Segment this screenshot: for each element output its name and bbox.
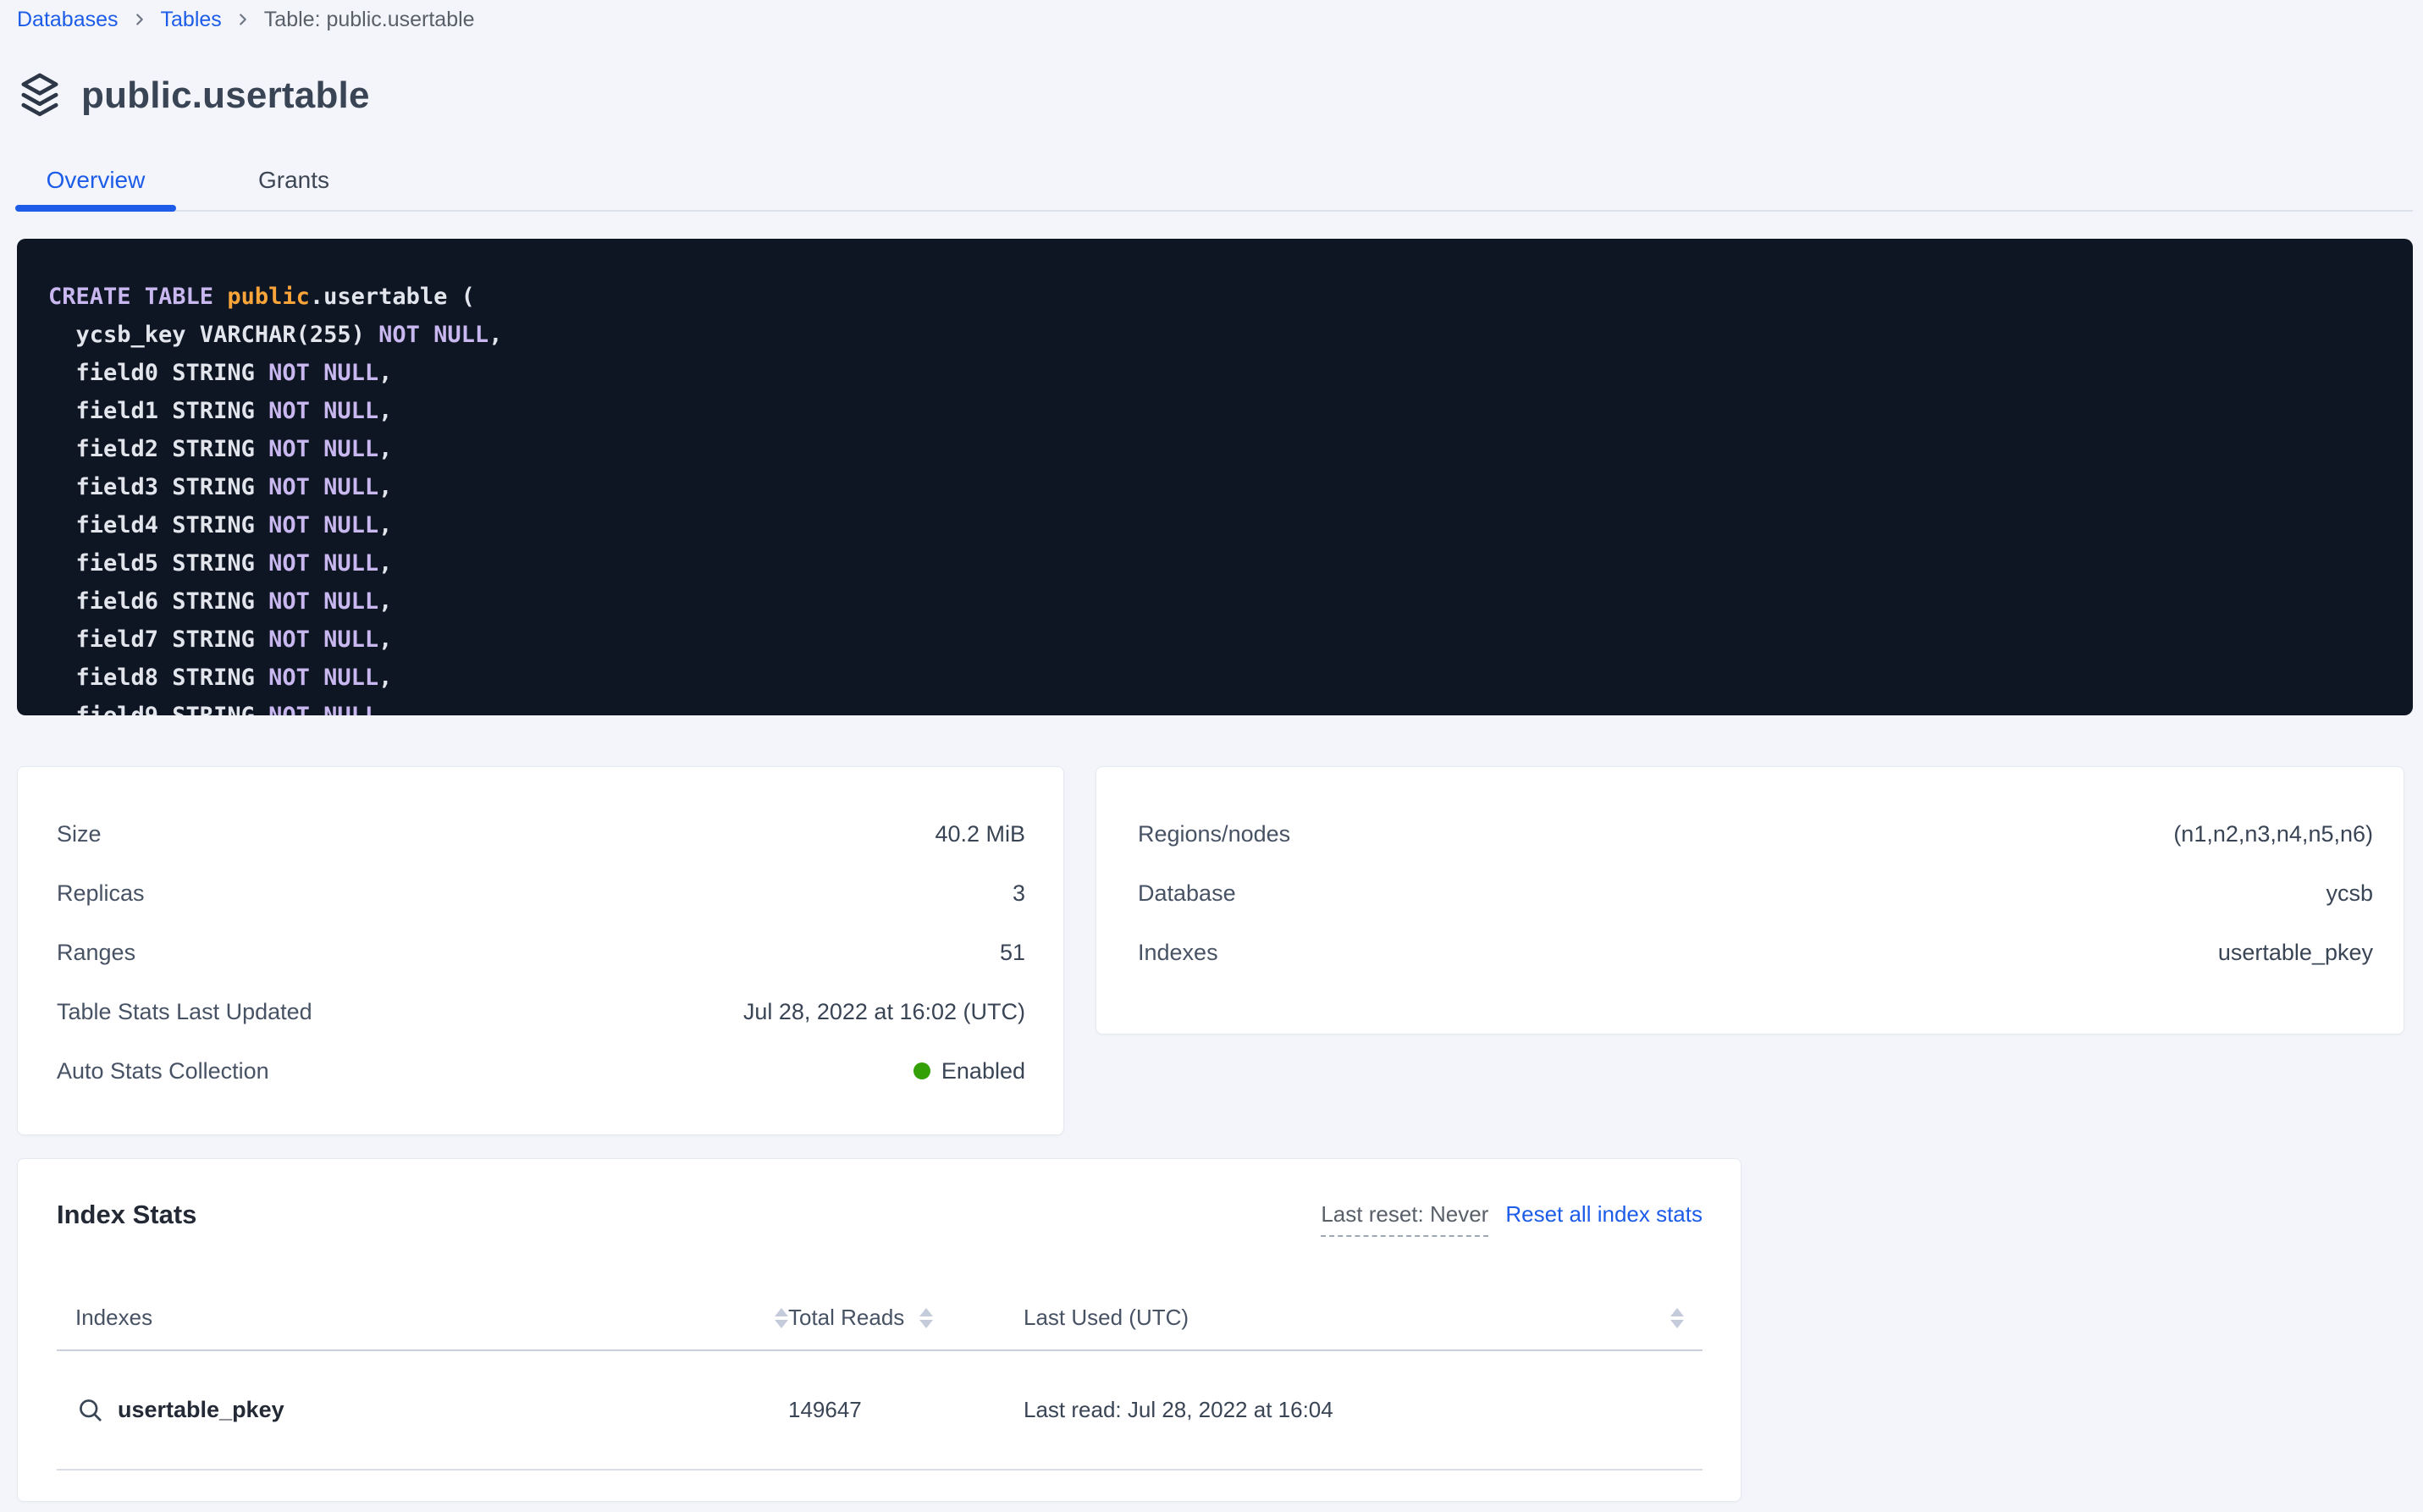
stat-row: Auto Stats Collection Enabled <box>57 1041 1025 1101</box>
tabs-divider <box>17 210 2413 212</box>
breadcrumb-link-tables[interactable]: Tables <box>161 8 222 32</box>
breadcrumb-link-databases[interactable]: Databases <box>17 8 119 32</box>
stat-row: Replicas 3 <box>57 864 1025 923</box>
breadcrumb: Databases Tables Table: public.usertable <box>17 0 2423 32</box>
sql-line: field2 STRING NOT NULL, <box>48 430 2387 468</box>
index-stats-header: Index Stats Last reset: Never Reset all … <box>57 1200 1703 1237</box>
column-header-last-used[interactable]: Last Used (UTC) <box>1024 1305 1684 1331</box>
page-title-row: public.usertable <box>17 69 2423 122</box>
sort-icon[interactable] <box>775 1308 788 1328</box>
stat-label: Table Stats Last Updated <box>57 999 312 1025</box>
search-icon[interactable] <box>75 1395 106 1426</box>
sort-icon[interactable] <box>1670 1308 1684 1328</box>
active-tab-underline <box>15 205 176 212</box>
index-stats-table: Indexes Total Reads Last Used (UTC) user… <box>57 1286 1703 1471</box>
sql-line: field0 STRING NOT NULL, <box>48 354 2387 392</box>
create-table-sql-block[interactable]: CREATE TABLE public.usertable ( ycsb_key… <box>17 239 2413 715</box>
stat-label: Regions/nodes <box>1138 821 1290 847</box>
chevron-right-icon <box>130 10 149 29</box>
index-name-cell[interactable]: usertable_pkey <box>75 1395 788 1426</box>
stat-value: (n1,n2,n3,n4,n5,n6) <box>2173 821 2373 847</box>
column-header-total-reads[interactable]: Total Reads <box>788 1305 1024 1331</box>
stat-row: Table Stats Last Updated Jul 28, 2022 at … <box>57 982 1025 1041</box>
stack-icon <box>17 71 63 120</box>
index-stats-table-row: usertable_pkey 149647Last read: Jul 28, 2… <box>57 1351 1703 1471</box>
stat-value: 3 <box>1013 880 1025 907</box>
total-reads-cell: 149647 <box>788 1397 1024 1423</box>
tab-overview[interactable]: Overview <box>15 156 176 205</box>
sql-line: field1 STRING NOT NULL, <box>48 392 2387 430</box>
stat-value: 40.2 MiB <box>935 821 1025 847</box>
stat-value: usertable_pkey <box>2218 940 2373 966</box>
reset-index-stats-link[interactable]: Reset all index stats <box>1505 1201 1703 1228</box>
last-used-cell: Last read: Jul 28, 2022 at 16:04 <box>1024 1397 1684 1423</box>
tab-grants[interactable]: Grants <box>220 156 367 205</box>
index-stats-title: Index Stats <box>57 1200 196 1230</box>
page: Databases Tables Table: public.usertable… <box>0 0 2423 1502</box>
stat-label: Database <box>1138 880 1236 907</box>
sort-icon[interactable] <box>919 1308 933 1328</box>
sql-line: field4 STRING NOT NULL, <box>48 506 2387 544</box>
stat-label: Size <box>57 821 102 847</box>
sql-line: field3 STRING NOT NULL, <box>48 468 2387 506</box>
chevron-right-icon <box>234 10 252 29</box>
stat-row: Database ycsb <box>1138 864 2373 923</box>
stat-value: Jul 28, 2022 at 16:02 (UTC) <box>743 999 1025 1025</box>
stat-row: Size 40.2 MiB <box>57 804 1025 864</box>
stat-row: Regions/nodes (n1,n2,n3,n4,n5,n6) <box>1138 804 2373 864</box>
index-stats-table-header: Indexes Total Reads Last Used (UTC) <box>57 1286 1703 1351</box>
table-details-card: Size 40.2 MiB Replicas 3 Ranges 51 Table Stats… <box>17 766 1064 1135</box>
stat-label: Indexes <box>1138 940 1218 966</box>
sql-line: CREATE TABLE public.usertable ( <box>48 278 2387 316</box>
stat-value: ycsb <box>2326 880 2373 907</box>
status-dot-enabled <box>913 1062 930 1079</box>
last-reset-label: Last reset: Never <box>1321 1201 1488 1237</box>
sql-line: field6 STRING NOT NULL, <box>48 582 2387 621</box>
index-name[interactable]: usertable_pkey <box>118 1397 284 1423</box>
column-header-indexes[interactable]: Indexes <box>75 1305 788 1331</box>
breadcrumb-current: Table: public.usertable <box>264 8 475 32</box>
stat-label: Auto Stats Collection <box>57 1058 269 1084</box>
stat-label: Replicas <box>57 880 145 907</box>
sql-line: ycsb_key VARCHAR(255) NOT NULL, <box>48 316 2387 354</box>
sql-line: field7 STRING NOT NULL, <box>48 621 2387 659</box>
sql-line: field8 STRING NOT NULL, <box>48 659 2387 697</box>
stat-row: Indexes usertable_pkey <box>1138 923 2373 982</box>
page-title: public.usertable <box>81 74 370 117</box>
tabs: Overview Grants <box>17 156 2413 205</box>
sql-line: field5 STRING NOT NULL, <box>48 544 2387 582</box>
stat-label: Ranges <box>57 940 135 966</box>
stat-value: Enabled <box>913 1058 1025 1084</box>
table-location-card: Regions/nodes (n1,n2,n3,n4,n5,n6) Database… <box>1096 766 2404 1035</box>
sql-line: field9 STRING NOT NULL, <box>48 697 2387 715</box>
index-stats-card: Index Stats Last reset: Never Reset all … <box>17 1158 1741 1502</box>
summary-cards-row: Size 40.2 MiB Replicas 3 Ranges 51 Table Stats… <box>17 766 2423 1135</box>
stat-value: 51 <box>1000 940 1025 966</box>
stat-row: Ranges 51 <box>57 923 1025 982</box>
